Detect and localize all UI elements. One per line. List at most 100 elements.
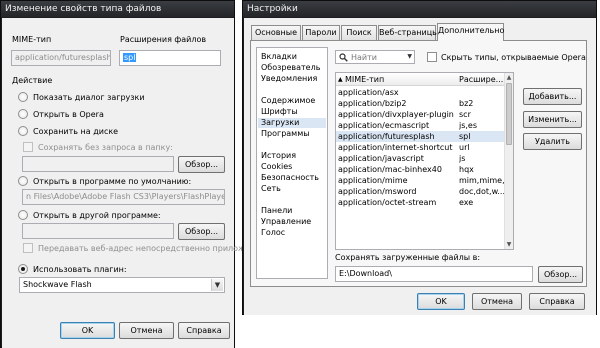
action-label: Действие — [12, 76, 53, 85]
category-item-browsing[interactable]: Обозреватель — [261, 63, 320, 73]
scroll-up-icon[interactable]: ▲ — [505, 73, 513, 82]
mime-cell: application/octet-stream — [338, 198, 437, 207]
chevron-down-icon: ▼ — [407, 53, 412, 60]
mime-cell: application/mime — [338, 176, 408, 185]
table-row[interactable]: application/asx — [336, 87, 505, 98]
category-item-control[interactable]: Управление — [261, 217, 311, 227]
option-other-program-radio[interactable] — [18, 210, 28, 220]
ext-cell: url — [459, 143, 470, 152]
advanced-tab-panel: Вкладки Обозреватель Уведомления Содержи… — [250, 40, 587, 287]
add-button[interactable]: Добавить... — [523, 88, 582, 105]
ext-cell: js — [459, 154, 466, 163]
hide-types-checkbox[interactable] — [427, 52, 437, 62]
delete-button[interactable]: Удалить — [523, 133, 582, 150]
ok-button[interactable]: OK — [60, 322, 115, 339]
ok-button[interactable]: OK — [417, 293, 465, 310]
ext-column-header[interactable]: Расшире... — [459, 74, 503, 85]
save-no-ask-checkbox[interactable] — [23, 142, 33, 152]
table-row[interactable]: application/divxplayer-plugin scr — [336, 109, 505, 120]
scrollbar-thumb[interactable] — [506, 83, 512, 145]
pass-web-address-label: Передавать веб-адрес непосредственно при… — [38, 244, 268, 253]
scroll-down-icon[interactable]: ▼ — [505, 240, 513, 249]
file-type-dialog-title: Изменение свойств типа файлов — [1, 1, 234, 17]
table-row[interactable]: application/javascript js — [336, 153, 505, 164]
chevron-down-icon: ▼ — [211, 279, 223, 291]
table-row[interactable]: application/ecmascript js,es — [336, 120, 505, 131]
browse-button-program[interactable]: Обзор... — [178, 223, 225, 240]
category-item-fonts[interactable]: Шрифты — [261, 107, 298, 117]
option-download-dialog-label: Показать диалог загрузки — [33, 93, 145, 102]
preferences-dialog: Настройки Основные Пароли Поиск Веб-стра… — [242, 0, 597, 315]
option-use-plugin-label: Использовать плагин: — [33, 265, 127, 274]
mime-table-header: ▲ MIME-тип Расшире... — [336, 73, 505, 86]
option-open-opera-radio[interactable] — [18, 109, 28, 119]
category-item-tabs[interactable]: Вкладки — [261, 52, 297, 62]
category-item-security[interactable]: Безопасность — [261, 173, 319, 183]
mime-search-placeholder: Найти — [351, 53, 377, 62]
help-button[interactable]: Справка — [178, 322, 230, 339]
ext-cell: exe — [459, 198, 474, 207]
preferences-dialog-title-text: Настройки — [247, 4, 298, 14]
category-item-notifications[interactable]: Уведомления — [261, 74, 317, 84]
table-row[interactable]: application/mac-binhex40 hqx — [336, 164, 505, 175]
category-item-downloads[interactable]: Загрузки — [258, 118, 326, 128]
cancel-button[interactable]: Отмена — [472, 293, 522, 310]
file-type-dialog: Изменение свойств типа файлов MIME-тип Р… — [0, 0, 267, 348]
category-item-voice[interactable]: Голос — [261, 228, 285, 238]
tab-advanced[interactable]: Дополнительно — [437, 23, 504, 41]
tab-webpages[interactable]: Веб-страницы — [378, 25, 438, 40]
option-use-plugin-radio[interactable] — [18, 264, 28, 274]
mime-cell: application/msword — [338, 187, 417, 196]
tab-search[interactable]: Поиск — [341, 25, 377, 40]
plugin-select[interactable]: Shockwave Flash ▼ — [19, 277, 225, 293]
mime-column-header[interactable]: MIME-тип — [345, 74, 384, 85]
table-row[interactable]: application/mime mim,mime,... — [336, 175, 512, 186]
option-other-program-label: Открыть в другой программе: — [33, 211, 161, 220]
option-default-program-radio[interactable] — [18, 176, 28, 186]
mime-cell: application/asx — [338, 88, 399, 97]
option-save-disk-radio[interactable] — [18, 126, 28, 136]
mime-search-field[interactable]: Найти ▼ — [335, 50, 415, 64]
save-to-field[interactable]: E:\Download\ — [335, 266, 533, 282]
mime-cell: application/javascript — [338, 154, 424, 163]
mime-type-table: ▲ MIME-тип Расшире... application/asx ap… — [335, 72, 514, 250]
table-row[interactable]: application/futuresplash spl — [336, 131, 505, 142]
pass-web-address-checkbox[interactable] — [23, 243, 33, 253]
table-row[interactable]: application/msword doc,dot,w... — [336, 186, 505, 197]
category-item-cookies[interactable]: Cookies — [261, 162, 292, 172]
mime-type-label: MIME-тип — [12, 35, 52, 44]
table-row[interactable]: application/octet-stream exe — [336, 197, 505, 208]
mime-cell: application/futuresplash — [338, 132, 435, 141]
ext-cell: scr — [459, 110, 471, 119]
save-folder-field — [22, 156, 174, 172]
category-item-network[interactable]: Сеть — [261, 184, 281, 194]
help-button[interactable]: Справка — [529, 293, 585, 310]
extensions-field-value: spl — [123, 53, 137, 62]
category-item-content[interactable]: Содержимое — [261, 96, 315, 106]
browse-button-save[interactable]: Обзор... — [178, 156, 225, 173]
edit-button[interactable]: Изменить... — [523, 111, 582, 128]
browse-button-downloads[interactable]: Обзор... — [538, 266, 583, 283]
preferences-dialog-body: Основные Пароли Поиск Веб-страницы Допол… — [244, 18, 596, 315]
save-to-label: Сохранять загруженные файлы в: — [335, 253, 481, 262]
ext-cell: doc,dot,w... — [459, 187, 506, 196]
mime-table-scrollbar[interactable]: ▲ ▼ — [504, 73, 513, 249]
category-item-programs[interactable]: Программы — [261, 129, 310, 139]
mime-cell: application/ecmascript — [338, 121, 430, 130]
option-download-dialog-radio[interactable] — [18, 92, 28, 102]
sort-arrow-icon: ▲ — [338, 76, 343, 83]
cancel-button[interactable]: Отмена — [119, 322, 174, 339]
tab-general[interactable]: Основные — [251, 25, 301, 40]
table-row[interactable]: application/internet-shortcut url — [336, 142, 505, 153]
ext-cell: js,es — [459, 121, 478, 130]
ext-cell: bz2 — [459, 99, 474, 108]
table-row[interactable]: application/bzip2 bz2 — [336, 98, 505, 109]
default-program-field: n Files\Adobe\Adobe Flash CS3\Players\Fl… — [22, 189, 225, 205]
category-item-toolbars[interactable]: Панели — [261, 206, 292, 216]
extensions-label: Расширения файлов — [120, 35, 207, 44]
category-item-history[interactable]: История — [261, 151, 296, 161]
save-no-ask-label: Сохранять без запроса в папку: — [38, 143, 173, 152]
tab-passwords[interactable]: Пароли — [302, 25, 340, 40]
other-program-field — [22, 223, 174, 239]
extensions-field[interactable]: spl — [119, 50, 221, 66]
